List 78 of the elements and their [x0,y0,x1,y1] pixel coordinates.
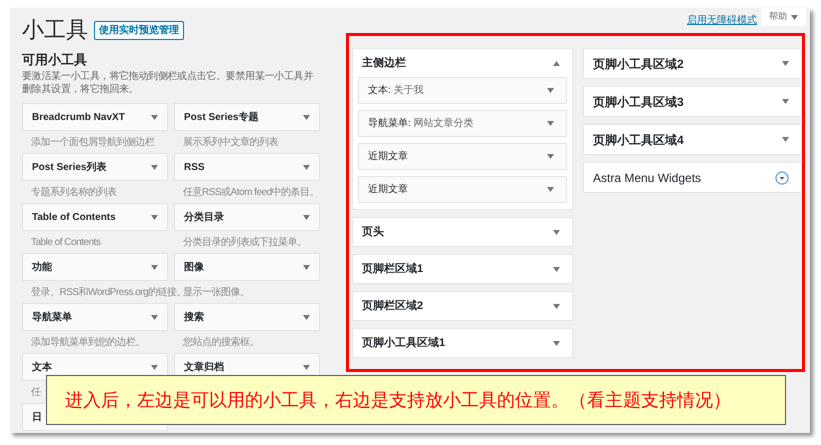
sidebar-area[interactable]: 页脚小工具区域2 [583,48,802,79]
sidebar-area[interactable]: 页脚小工具区域4 [583,124,802,155]
caret-icon[interactable] [547,187,554,192]
caret-icon[interactable] [151,114,158,120]
area-title: 页脚栏区域2 [362,298,424,314]
caret-icon[interactable] [547,121,554,126]
widget-description: 分类目录的列表或下拉菜单。 [183,237,306,249]
widget-label: 近期文章 [368,182,408,197]
sidebar-area[interactable]: 页脚栏区域1 [352,254,573,284]
caret-icon[interactable] [553,60,560,66]
sidebar-area[interactable]: Astra Menu Widgets [583,162,802,193]
widget-item[interactable]: 文本: 关于我 [358,77,567,104]
widget-description: 专题系列名称的列表 [31,187,116,199]
area-title: 页脚小工具区域4 [593,132,684,148]
caret-icon[interactable] [303,264,310,270]
help-tab[interactable]: 帮助 [761,8,806,26]
sidebar-area[interactable]: 页脚栏区域2 [352,291,573,321]
area-title: 主侧边栏 [362,56,406,71]
area-title: 页脚小工具区域2 [593,56,684,72]
page-title: 小工具 [22,16,88,44]
annotation-tooltip: 进入后，左边是可以用的小工具，右边是支持放小工具的位置。（看主题支持情况） [46,375,786,425]
caret-icon[interactable] [547,154,554,159]
caret-icon[interactable] [782,137,789,142]
section-description: 要激活某一小工具，将它拖动到侧栏或点击它。要禁用某一小工具并删除其设置，将它拖回来。 [22,70,314,96]
caret-icon[interactable] [151,164,158,170]
widget-description: 任 [31,387,40,399]
widget-item[interactable]: Breadcrumb NavXT [22,103,168,131]
widget-label: 近期文章 [368,150,408,164]
widget-item[interactable]: 分类目录 [174,203,320,231]
widget-label: 导航菜单: 网站文章分类 [368,116,474,131]
caret-icon[interactable] [553,230,560,234]
widget-item[interactable]: Table of Contents [22,203,168,231]
caret-icon[interactable] [303,164,310,170]
widget-description: 您站点的搜索框。 [183,337,259,349]
widget-label: 文本: 关于我 [368,84,424,98]
area-title: 页脚栏区域1 [362,262,424,277]
sidebar-area[interactable]: 页脚小工具区域3 [583,86,802,117]
widget-description: 添加一个面包屑导航到侧边栏 [31,137,154,149]
area-title: 页脚小工具区域3 [593,94,684,110]
caret-icon[interactable] [553,340,560,346]
caret-icon[interactable] [553,266,560,272]
caret-icon[interactable] [553,304,560,308]
widget-description: Table of Contents [31,237,100,249]
accessibility-link[interactable]: 启用无障碍模式 [687,13,757,28]
caret-icon[interactable] [151,214,158,220]
caret-icon[interactable] [782,61,789,66]
caret-icon[interactable] [782,99,789,104]
area-title: Astra Menu Widgets [593,170,702,186]
caret-icon[interactable] [303,114,310,120]
widget-description: 展示系列中文章的列表 [183,137,278,149]
caret-icon[interactable] [151,314,158,320]
widget-item[interactable]: 图像 [174,253,320,281]
sidebar-area[interactable]: 页头 [352,217,573,247]
widget-item[interactable]: RSS [174,153,320,181]
caret-icon[interactable] [547,88,554,93]
widget-item[interactable]: 搜索 [174,303,320,331]
widget-item[interactable]: 导航菜单 [22,303,168,331]
caret-icon[interactable] [303,364,310,370]
area-title: 页头 [362,224,384,240]
widget-item[interactable]: 近期文章 [358,143,567,170]
widget-item[interactable]: Post Series列表 [22,153,168,181]
caret-icon[interactable] [303,214,310,220]
widget-item[interactable]: 功能 [22,253,168,281]
area-title: 页脚小工具区域1 [362,336,446,351]
caret-icon[interactable] [151,264,158,270]
section-heading: 可用小工具 [22,52,88,68]
caret-icon[interactable] [303,314,310,320]
sidebar-area[interactable]: 主侧边栏 文本: 关于我 导航菜单: 网站文章分类 近期文章 近期文章 [352,48,573,210]
caret-icon[interactable] [151,364,158,370]
widget-description: 任意RSS或Atom feed中的条目。 [183,187,320,199]
caret-icon[interactable] [791,14,798,20]
widget-item[interactable]: Post Series专题 [174,103,320,131]
widget-description: 添加导航菜单到您的边栏。 [31,337,145,349]
widget-item[interactable]: 导航菜单: 网站文章分类 [358,110,567,137]
caret-icon[interactable] [775,170,789,184]
sidebar-area[interactable]: 页脚小工具区域1 [352,328,573,358]
widget-item[interactable]: 近期文章 [358,176,567,203]
live-preview-button[interactable]: 使用实时预览管理 [94,20,184,40]
